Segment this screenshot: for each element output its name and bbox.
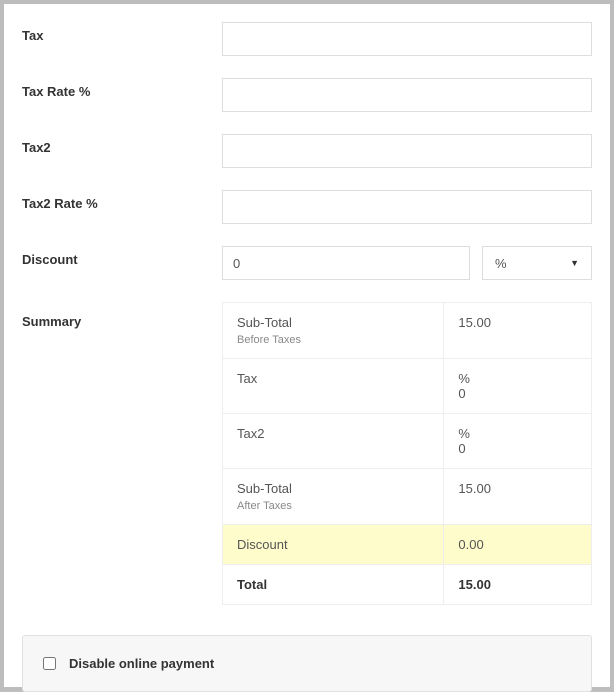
table-row: Tax % 0 xyxy=(223,359,592,414)
discount-label: Discount xyxy=(22,246,222,267)
subtotal-after-sub: After Taxes xyxy=(237,500,429,512)
summary-tax2-label: Tax2 xyxy=(223,414,444,469)
option-panel: Disable online payment xyxy=(22,635,592,692)
summary-discount-value: 0.00 xyxy=(444,525,592,565)
table-row: Sub-Total After Taxes 15.00 xyxy=(223,469,592,525)
subtotal-before-value: 15.00 xyxy=(444,303,592,359)
tax-input[interactable] xyxy=(222,22,592,56)
subtotal-before-sub: Before Taxes xyxy=(237,334,429,346)
subtotal-after-value: 15.00 xyxy=(444,469,592,525)
discount-unit-value: % xyxy=(495,256,507,271)
summary-label: Summary xyxy=(22,302,222,329)
subtotal-after-label: Sub-Total xyxy=(237,481,429,496)
table-row: Total 15.00 xyxy=(223,565,592,605)
table-row: Sub-Total Before Taxes 15.00 xyxy=(223,303,592,359)
tax-rate-input[interactable] xyxy=(222,78,592,112)
discount-unit-select[interactable]: % ▼ xyxy=(482,246,592,280)
summary-total-label: Total xyxy=(223,565,444,605)
summary-tax2-line2: 0 xyxy=(458,441,577,456)
table-row: Discount 0.00 xyxy=(223,525,592,565)
table-row: Tax2 % 0 xyxy=(223,414,592,469)
chevron-down-icon: ▼ xyxy=(570,258,579,268)
tax2-label: Tax2 xyxy=(22,134,222,155)
tax-rate-label: Tax Rate % xyxy=(22,78,222,99)
discount-input[interactable] xyxy=(222,246,470,280)
summary-tax-label: Tax xyxy=(223,359,444,414)
summary-total-value: 15.00 xyxy=(444,565,592,605)
disable-online-payment-label: Disable online payment xyxy=(69,656,214,671)
tax-label: Tax xyxy=(22,22,222,43)
tax2-rate-label: Tax2 Rate % xyxy=(22,190,222,211)
summary-tax-line1: % xyxy=(458,371,577,386)
disable-online-payment-checkbox[interactable] xyxy=(43,657,56,670)
tax2-rate-input[interactable] xyxy=(222,190,592,224)
summary-discount-label: Discount xyxy=(223,525,444,565)
tax2-input[interactable] xyxy=(222,134,592,168)
summary-table: Sub-Total Before Taxes 15.00 Tax % 0 Ta xyxy=(222,302,592,605)
summary-tax2-line1: % xyxy=(458,426,577,441)
summary-tax-line2: 0 xyxy=(458,386,577,401)
subtotal-before-label: Sub-Total xyxy=(237,315,429,330)
